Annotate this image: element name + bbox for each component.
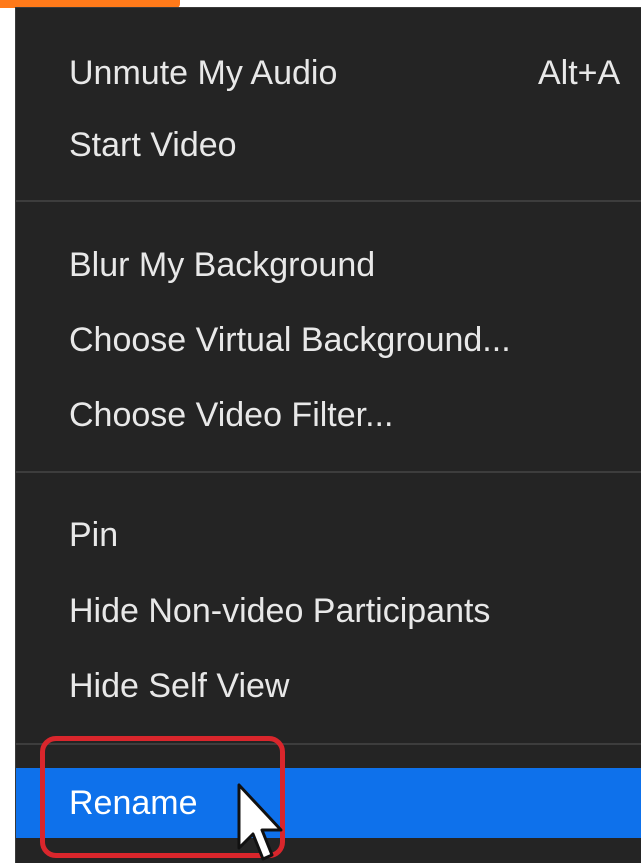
menu-item-label: Hide Non-video Participants [69, 592, 491, 630]
orange-header-strip [0, 0, 180, 8]
menu-item-label: Unmute My Audio [69, 54, 338, 92]
menu-item-label: Blur My Background [69, 246, 376, 284]
menu-separator [16, 200, 641, 202]
menu-item-choose-video-filter[interactable]: Choose Video Filter... [16, 382, 641, 448]
menu-item-blur-my-background[interactable]: Blur My Background [16, 232, 641, 298]
menu-item-label: Choose Video Filter... [69, 396, 394, 434]
menu-item-label: Rename [69, 784, 198, 822]
menu-item-rename[interactable]: Rename [16, 768, 641, 838]
menu-item-label: Choose Virtual Background... [69, 321, 511, 359]
menu-separator [16, 471, 641, 473]
menu-item-label: Hide Self View [69, 667, 290, 705]
menu-item-choose-virtual-background[interactable]: Choose Virtual Background... [16, 307, 641, 373]
menu-item-hide-self-view[interactable]: Hide Self View [16, 653, 641, 719]
menu-item-start-video[interactable]: Start Video [16, 112, 641, 178]
shortcut-label: Alt+A [538, 54, 621, 92]
menu-item-label: Pin [69, 516, 119, 554]
menu-item-hide-non-video-participants[interactable]: Hide Non-video Participants [16, 578, 641, 644]
participant-context-menu: Unmute My Audio Alt+A Start Video Blur M… [16, 8, 641, 863]
menu-item-label: Start Video [69, 126, 237, 164]
menu-item-pin[interactable]: Pin [16, 502, 641, 568]
menu-separator [16, 743, 641, 745]
screen: Unmute My Audio Alt+A Start Video Blur M… [0, 0, 641, 863]
menu-item-unmute-my-audio[interactable]: Unmute My Audio Alt+A [16, 40, 641, 106]
